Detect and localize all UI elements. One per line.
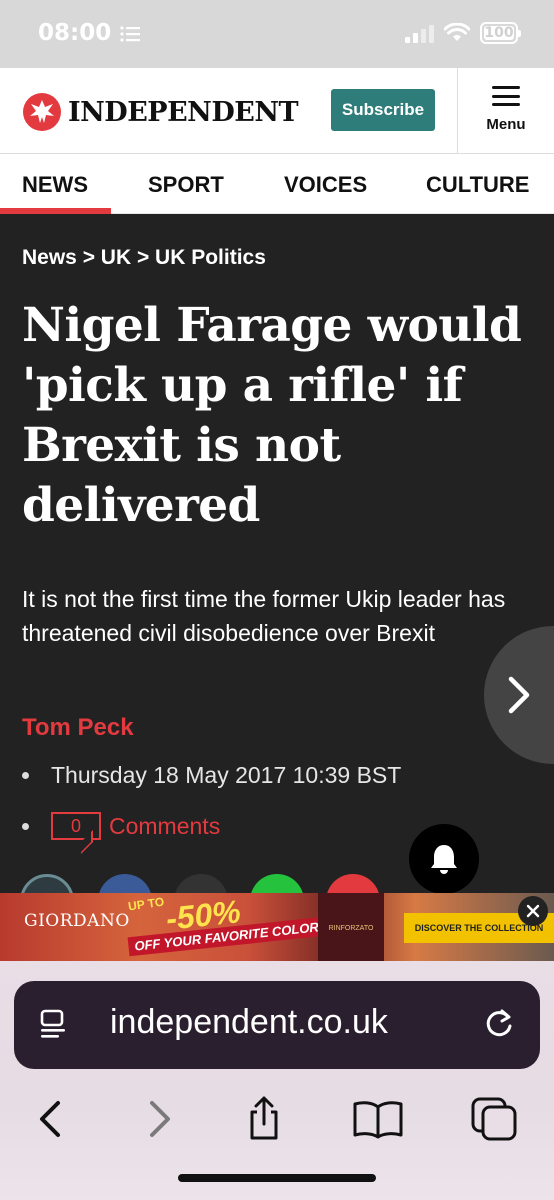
book-icon xyxy=(353,1101,403,1139)
bullet xyxy=(22,772,29,779)
chevron-right-icon xyxy=(150,1101,170,1137)
tab-news[interactable]: NEWS xyxy=(22,172,88,198)
menu-button[interactable]: Menu xyxy=(470,82,542,142)
ad-brand: GIORDANO xyxy=(24,911,130,931)
battery-icon: 100 xyxy=(480,22,521,44)
reload-icon[interactable] xyxy=(482,1007,516,1041)
bullet xyxy=(22,822,29,830)
breadcrumb[interactable]: News > UK > UK Politics xyxy=(22,246,266,270)
address-bar[interactable]: independent.co.uk xyxy=(14,981,540,1069)
eagle-logo-icon xyxy=(23,93,61,131)
publish-date-row: Thursday 18 May 2017 10:39 BST xyxy=(22,762,401,789)
home-indicator xyxy=(178,1174,376,1182)
share-icon xyxy=(250,1096,278,1140)
section-nav: NEWS SPORT VOICES CULTURE xyxy=(0,154,554,214)
chevron-left-icon xyxy=(40,1101,60,1137)
tab-sport[interactable]: SPORT xyxy=(148,172,224,198)
publish-date: Thursday 18 May 2017 10:39 BST xyxy=(51,762,402,788)
author-link[interactable]: Tom Peck xyxy=(22,714,134,742)
advert-banner[interactable]: GIORDANO UP TO -50% OFF YOUR FAVORITE CO… xyxy=(0,893,554,961)
tabs-button[interactable] xyxy=(466,1091,522,1147)
reader-mode-icon[interactable] xyxy=(40,1009,66,1039)
article-standfirst: It is not the first time the former Ukip… xyxy=(22,586,506,646)
close-icon xyxy=(526,904,540,918)
comment-count: 0 xyxy=(70,815,81,836)
chevron-right-icon xyxy=(508,676,530,714)
status-time: 08:00 xyxy=(38,20,112,46)
comments-label: Comments xyxy=(109,812,221,839)
tabs-icon xyxy=(471,1097,517,1141)
ad-bottle-label: RINFORZATO xyxy=(328,925,374,932)
list-icon xyxy=(120,26,140,42)
site-logo[interactable]: INDEPENDENT xyxy=(22,92,299,132)
close-ad-button[interactable] xyxy=(518,896,548,926)
tab-voices[interactable]: VOICES xyxy=(284,172,367,198)
browser-bottom-bar: independent.co.uk xyxy=(0,961,554,1200)
bell-icon xyxy=(431,845,457,874)
ad-upto: UP TO xyxy=(127,894,166,914)
comment-count-icon: 0 xyxy=(51,812,101,840)
notifications-button[interactable] xyxy=(409,824,479,894)
cellular-signal-icon xyxy=(405,23,434,43)
bookmarks-button[interactable] xyxy=(350,1091,406,1147)
header-divider xyxy=(457,68,458,154)
share-button[interactable] xyxy=(236,1091,292,1147)
status-bar: 08:00 100 xyxy=(0,0,554,68)
tab-culture[interactable]: CULTURE xyxy=(426,172,529,198)
comments-link[interactable]: 0 Comments xyxy=(22,812,220,840)
url-text: independent.co.uk xyxy=(110,1003,388,1041)
browser-toolbar xyxy=(0,1091,554,1151)
site-header: INDEPENDENT Subscribe Menu xyxy=(0,68,554,154)
battery-level: 100 xyxy=(484,25,514,41)
article: News > UK > UK Politics Nigel Farage wou… xyxy=(0,214,554,928)
logo-wordmark: INDEPENDENT xyxy=(68,96,299,128)
article-headline: Nigel Farage would 'pick up a rifle' if … xyxy=(22,298,522,533)
subscribe-button[interactable]: Subscribe xyxy=(331,89,435,131)
share-buttons xyxy=(20,874,400,928)
forward-button[interactable] xyxy=(132,1091,188,1147)
wifi-icon xyxy=(444,23,470,41)
back-button[interactable] xyxy=(22,1091,78,1147)
hamburger-icon xyxy=(492,86,520,106)
menu-label: Menu xyxy=(486,116,526,133)
ad-bottle-image: RINFORZATO xyxy=(318,893,384,961)
